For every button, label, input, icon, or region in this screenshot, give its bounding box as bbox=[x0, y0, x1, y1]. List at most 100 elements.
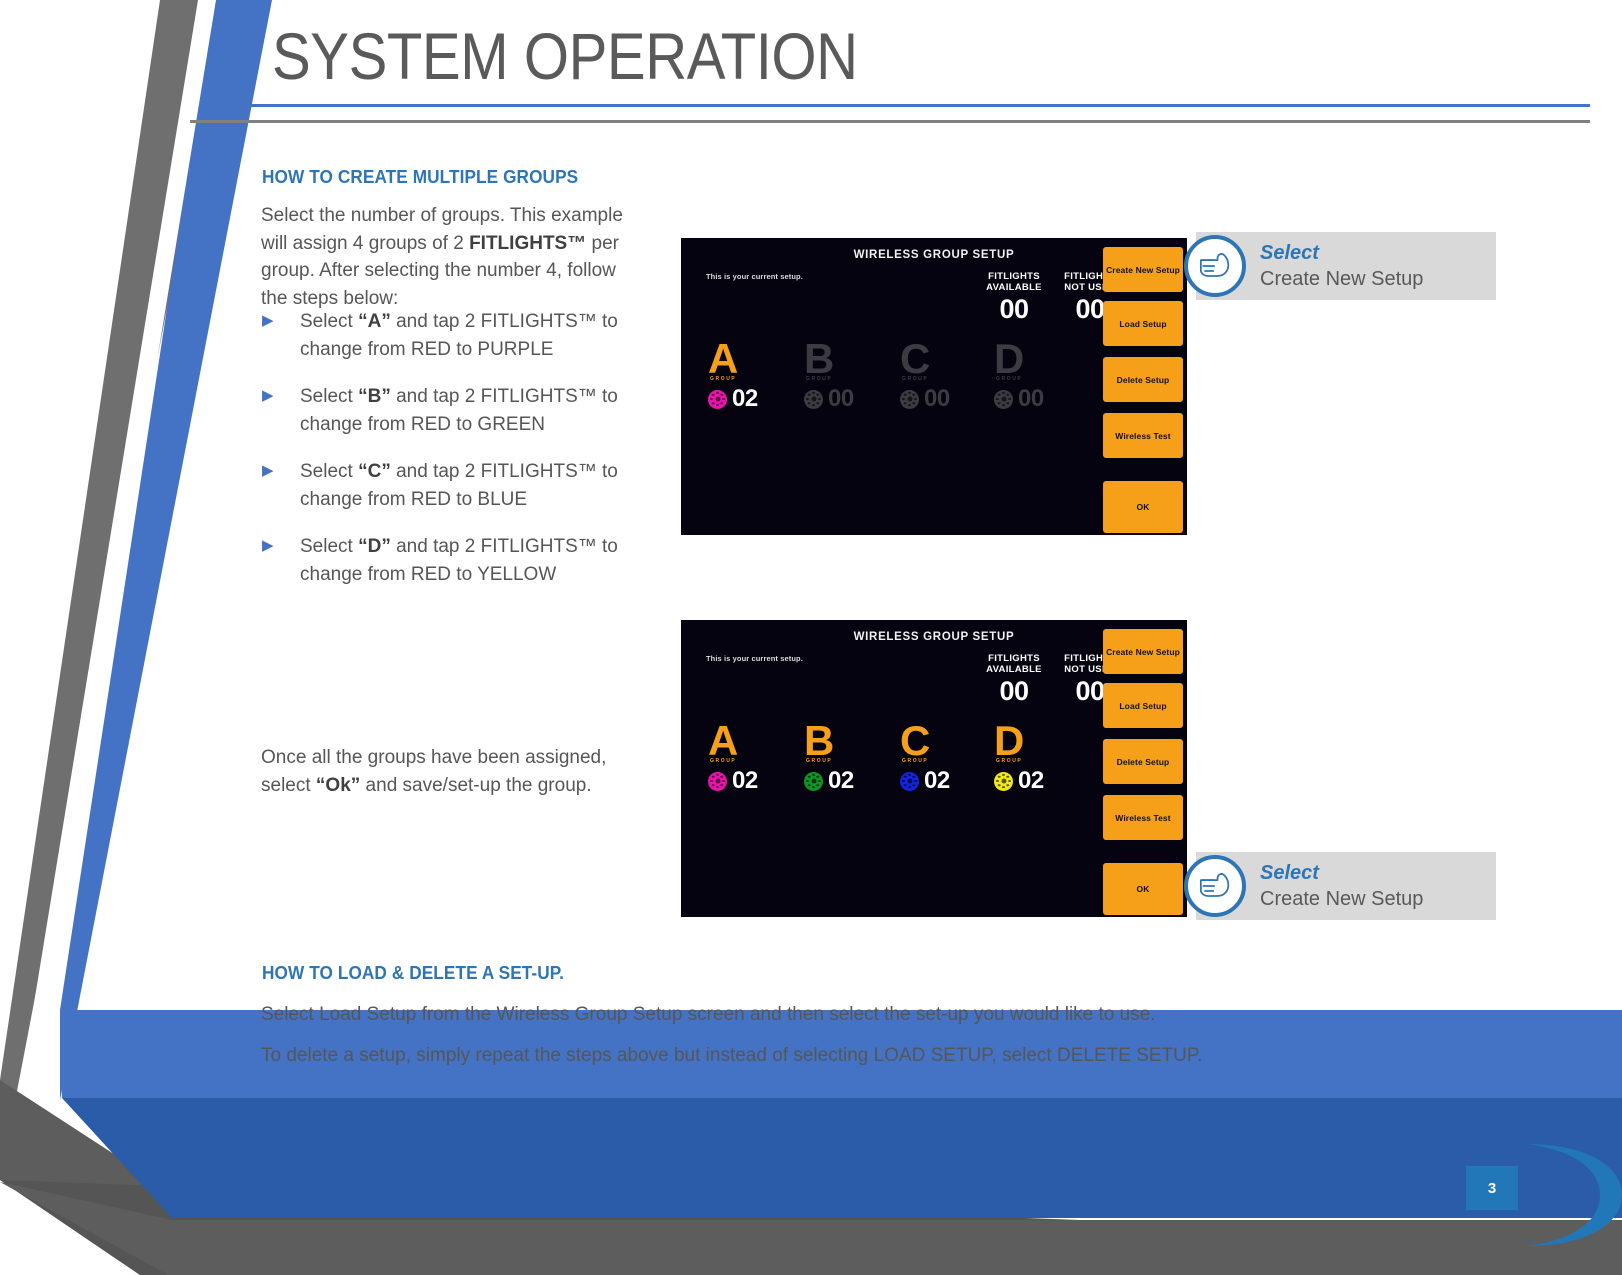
page-number: 3 bbox=[1466, 1166, 1518, 1210]
group-word: GROUP bbox=[902, 376, 929, 382]
group-column-b[interactable]: B GROUP 00 bbox=[804, 335, 854, 412]
wireless-group-setup-screen-2: WIRELESS GROUP SETUP This is your curren… bbox=[682, 621, 1186, 916]
create-new-setup-button[interactable]: Create New Setup bbox=[1103, 247, 1183, 292]
callout-target: Create New Setup bbox=[1260, 887, 1424, 910]
group-letter: C bbox=[900, 717, 930, 764]
delete-setup-button[interactable]: Delete Setup bbox=[1103, 739, 1183, 784]
counter-value-available: 00 bbox=[999, 294, 1029, 324]
counter-label-available: FITLIGHTS AVAILABLE bbox=[978, 653, 1050, 675]
bullet-bold: “B” bbox=[358, 386, 391, 407]
load-setup-button[interactable]: Load Setup bbox=[1103, 683, 1183, 728]
group-letter: D bbox=[994, 335, 1024, 382]
screen-subtitle: This is your current setup. bbox=[706, 654, 803, 663]
group-word: GROUP bbox=[996, 758, 1023, 764]
list-item: ▶ Select “B” and tap 2 FITLIGHTS™ to cha… bbox=[262, 383, 642, 438]
fitlight-puck-icon bbox=[708, 389, 727, 409]
fitlight-puck-icon bbox=[804, 771, 823, 791]
group-letter: B bbox=[804, 717, 834, 764]
group-letter: A bbox=[708, 335, 738, 382]
bullet-pre: Select bbox=[300, 461, 359, 482]
hand-glyph bbox=[1199, 253, 1230, 277]
bullet-arrow-icon: ▶ bbox=[262, 462, 274, 479]
header-rule-blue bbox=[244, 104, 1590, 107]
group-column-d[interactable]: D GROUP 00 bbox=[994, 335, 1044, 412]
intro-paragraph: Select the number of groups. This exampl… bbox=[261, 202, 643, 312]
counter-label-line2: AVAILABLE bbox=[986, 282, 1042, 293]
fitlight-puck-icon bbox=[994, 389, 1013, 409]
bullet-arrow-icon: ▶ bbox=[262, 387, 274, 404]
load-delete-paragraph-2: To delete a setup, simply repeat the ste… bbox=[261, 1045, 1203, 1066]
closing-paragraph: Once all the groups have been assigned, … bbox=[261, 744, 643, 799]
group-letter: C bbox=[900, 335, 930, 382]
group-count: 00 bbox=[924, 385, 950, 412]
counter-label-line2: AVAILABLE bbox=[986, 664, 1042, 675]
screen-subtitle: This is your current setup. bbox=[706, 272, 803, 281]
closing-post: and save/set-up the group. bbox=[360, 774, 592, 796]
group-column-a[interactable]: A GROUP 02 bbox=[708, 335, 758, 412]
bullet-pre: Select bbox=[300, 386, 359, 407]
section-heading-load-delete: HOW TO LOAD & DELETE A SET-UP. bbox=[262, 962, 564, 983]
counter-value-available: 00 bbox=[999, 676, 1029, 706]
wireless-test-button[interactable]: Wireless Test bbox=[1103, 795, 1183, 840]
group-column-c[interactable]: C GROUP 00 bbox=[900, 335, 950, 412]
list-item: ▶ Select “D” and tap 2 FITLIGHTS™ to cha… bbox=[262, 533, 642, 588]
group-count: 00 bbox=[1018, 385, 1044, 412]
load-delete-paragraph-1: Select Load Setup from the Wireless Grou… bbox=[261, 1004, 1156, 1025]
group-column-c[interactable]: C GROUP 02 bbox=[900, 717, 950, 794]
group-count: 02 bbox=[924, 767, 950, 794]
group-letter: D bbox=[994, 717, 1024, 764]
bullet-list: ▶ Select “A” and tap 2 FITLIGHTS™ to cha… bbox=[262, 308, 642, 608]
bullet-bold: “A” bbox=[358, 311, 391, 332]
fitlight-puck-icon bbox=[804, 389, 823, 409]
group-word: GROUP bbox=[710, 376, 737, 382]
bullet-arrow-icon: ▶ bbox=[262, 312, 274, 329]
group-count: 02 bbox=[828, 767, 854, 794]
fitlight-puck-icon bbox=[900, 771, 919, 791]
ok-button[interactable]: OK bbox=[1103, 863, 1183, 915]
group-column-a[interactable]: A GROUP 02 bbox=[708, 717, 758, 794]
bullet-pre: Select bbox=[300, 311, 359, 332]
list-item: ▶ Select “C” and tap 2 FITLIGHTS™ to cha… bbox=[262, 458, 642, 513]
group-word: GROUP bbox=[902, 758, 929, 764]
group-word: GROUP bbox=[710, 758, 737, 764]
bullet-pre: Select bbox=[300, 536, 359, 557]
counter-label-available: FITLIGHTS AVAILABLE bbox=[978, 271, 1050, 293]
closing-bold: “Ok” bbox=[315, 774, 361, 796]
delete-setup-button[interactable]: Delete Setup bbox=[1103, 357, 1183, 402]
group-count: 02 bbox=[732, 385, 758, 412]
group-count: 02 bbox=[732, 767, 758, 794]
fitlight-puck-icon bbox=[900, 389, 919, 409]
group-word: GROUP bbox=[806, 758, 833, 764]
load-setup-button[interactable]: Load Setup bbox=[1103, 301, 1183, 346]
wireless-test-button[interactable]: Wireless Test bbox=[1103, 413, 1183, 458]
wireless-group-setup-screen-1: WIRELESS GROUP SETUP This is your curren… bbox=[682, 239, 1186, 534]
group-count: 00 bbox=[828, 385, 854, 412]
fitlight-puck-icon bbox=[708, 771, 727, 791]
counter-label-line1: FITLIGHTS bbox=[988, 653, 1040, 664]
bullet-arrow-icon: ▶ bbox=[262, 537, 274, 554]
list-item: ▶ Select “A” and tap 2 FITLIGHTS™ to cha… bbox=[262, 308, 642, 363]
group-letter: A bbox=[708, 717, 738, 764]
group-column-d[interactable]: D GROUP 02 bbox=[994, 717, 1044, 794]
group-word: GROUP bbox=[996, 376, 1023, 382]
pointing-hand-icon bbox=[1184, 855, 1246, 917]
callout-action: Select bbox=[1260, 241, 1319, 264]
bullet-bold: “D” bbox=[358, 536, 391, 557]
section-heading-create-groups: HOW TO CREATE MULTIPLE GROUPS bbox=[262, 166, 579, 187]
group-column-b[interactable]: B GROUP 02 bbox=[804, 717, 854, 794]
pointing-hand-icon bbox=[1184, 235, 1246, 297]
hand-glyph bbox=[1199, 873, 1230, 897]
group-letter: B bbox=[804, 335, 834, 382]
group-count: 02 bbox=[1018, 767, 1044, 794]
callout-action: Select bbox=[1260, 861, 1319, 884]
page-title: SYSTEM OPERATION bbox=[272, 19, 858, 93]
fitlight-puck-icon bbox=[994, 771, 1013, 791]
bullet-bold: “C” bbox=[358, 461, 391, 482]
create-new-setup-button[interactable]: Create New Setup bbox=[1103, 629, 1183, 674]
counter-label-line1: FITLIGHTS bbox=[988, 271, 1040, 282]
header-rule-gray bbox=[190, 120, 1590, 123]
intro-bold: FITLIGHTS™ bbox=[469, 232, 587, 254]
callout-target: Create New Setup bbox=[1260, 267, 1424, 290]
group-word: GROUP bbox=[806, 376, 833, 382]
ok-button[interactable]: OK bbox=[1103, 481, 1183, 533]
